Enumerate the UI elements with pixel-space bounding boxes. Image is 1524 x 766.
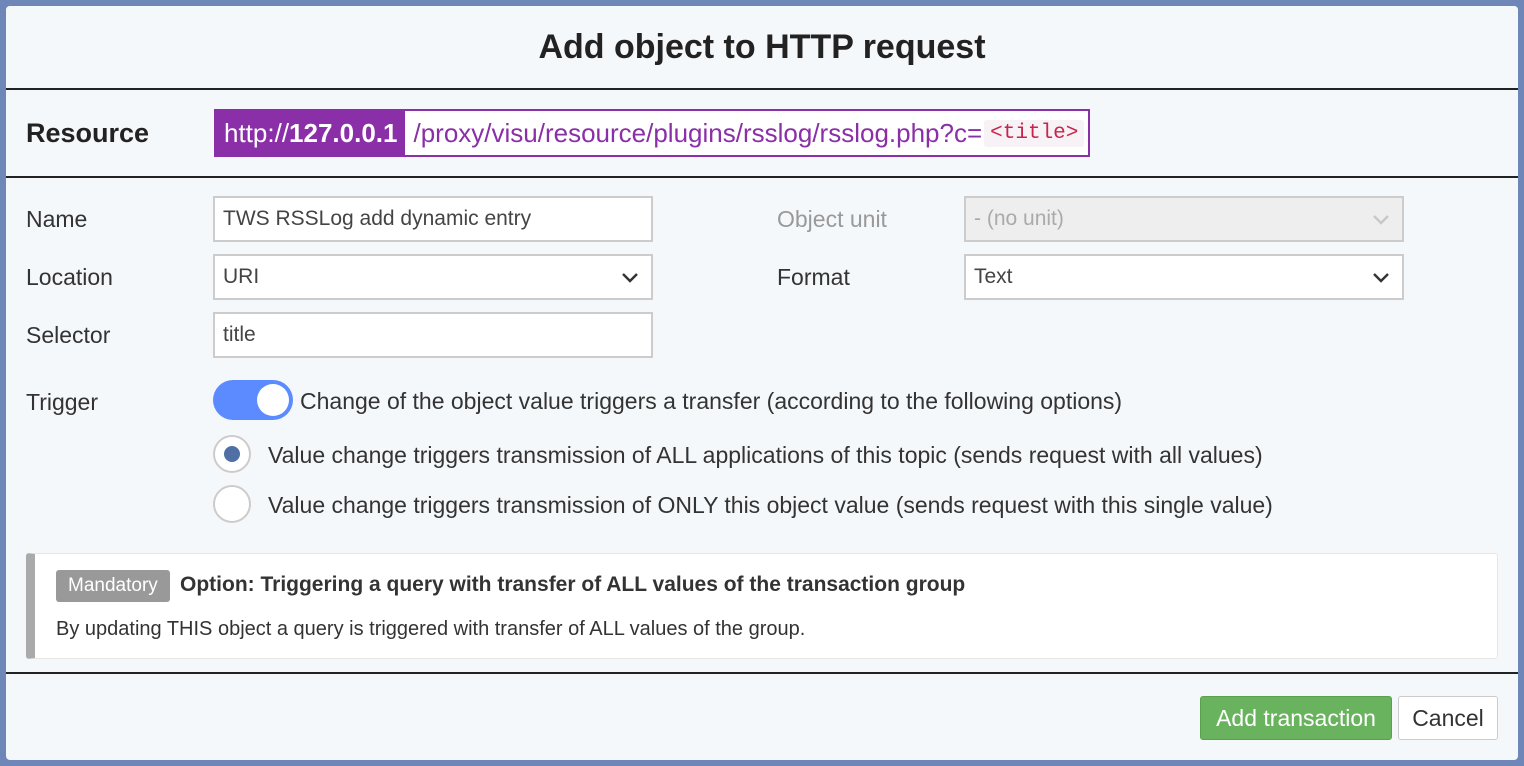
url-scheme: http:// (224, 117, 290, 148)
dialog-footer: Add transaction Cancel (6, 672, 1518, 760)
name-input-value: TWS RSSLog add dynamic entry (223, 207, 532, 230)
format-label: Format (777, 264, 850, 290)
selector-input-value: title (223, 323, 256, 346)
dialog-title: Add object to HTTP request (538, 27, 986, 66)
url-placeholder-code: <title> (984, 119, 1085, 147)
url-host-ip: 127.0.0.1 (289, 117, 398, 148)
url-host: http://127.0.0.1 (216, 111, 406, 155)
name-input[interactable]: TWS RSSLog add dynamic entry (213, 196, 653, 242)
format-select[interactable]: Text (964, 254, 1404, 300)
resource-row: Resource http://127.0.0.1 /proxy/visu/re… (6, 90, 1518, 178)
location-select[interactable]: URI (213, 254, 653, 300)
callout-title: Option: Triggering a query with transfer… (180, 573, 966, 596)
chevron-down-icon (1373, 273, 1389, 283)
radio-all-text: Value change triggers transmission of AL… (268, 442, 1263, 468)
object-unit-label: Object unit (777, 206, 887, 232)
selector-input[interactable]: title (213, 312, 653, 358)
resource-url: http://127.0.0.1 /proxy/visu/resource/pl… (214, 109, 1091, 157)
chevron-down-icon (1373, 215, 1389, 225)
cancel-button[interactable]: Cancel (1398, 696, 1498, 740)
object-unit-value: - (no unit) (974, 207, 1064, 230)
url-path: /proxy/visu/resource/plugins/rsslog/rssl… (405, 111, 1089, 155)
add-transaction-button[interactable]: Add transaction (1200, 696, 1392, 740)
selector-label: Selector (26, 322, 111, 348)
object-unit-select: - (no unit) (964, 196, 1404, 242)
radio-all-values[interactable] (213, 435, 251, 473)
add-object-dialog: Add object to HTTP request Resource http… (6, 6, 1518, 760)
radio-single-text: Value change triggers transmission of ON… (268, 492, 1273, 518)
resource-label: Resource (26, 117, 150, 148)
radio-single-value[interactable] (213, 485, 251, 523)
trigger-label: Trigger (26, 389, 98, 415)
chevron-down-icon (622, 273, 638, 283)
mandatory-callout: Mandatory Option: Triggering a query wit… (26, 553, 1498, 659)
name-label: Name (26, 206, 88, 232)
location-label: Location (26, 264, 113, 290)
format-value: Text (974, 265, 1013, 288)
trigger-toggle[interactable] (213, 380, 293, 420)
toggle-knob (257, 384, 289, 416)
object-form: Name TWS RSSLog add dynamic entry Object… (6, 178, 1518, 674)
location-value: URI (223, 265, 260, 288)
url-path-text: /proxy/visu/resource/plugins/rsslog/rssl… (413, 117, 983, 148)
trigger-toggle-text: Change of the object value triggers a tr… (300, 388, 1123, 414)
callout-text: By updating THIS object a query is trigg… (56, 618, 806, 640)
mandatory-badge: Mandatory (56, 570, 170, 602)
radio-selected-dot (224, 446, 240, 462)
dialog-header: Add object to HTTP request (6, 6, 1518, 90)
